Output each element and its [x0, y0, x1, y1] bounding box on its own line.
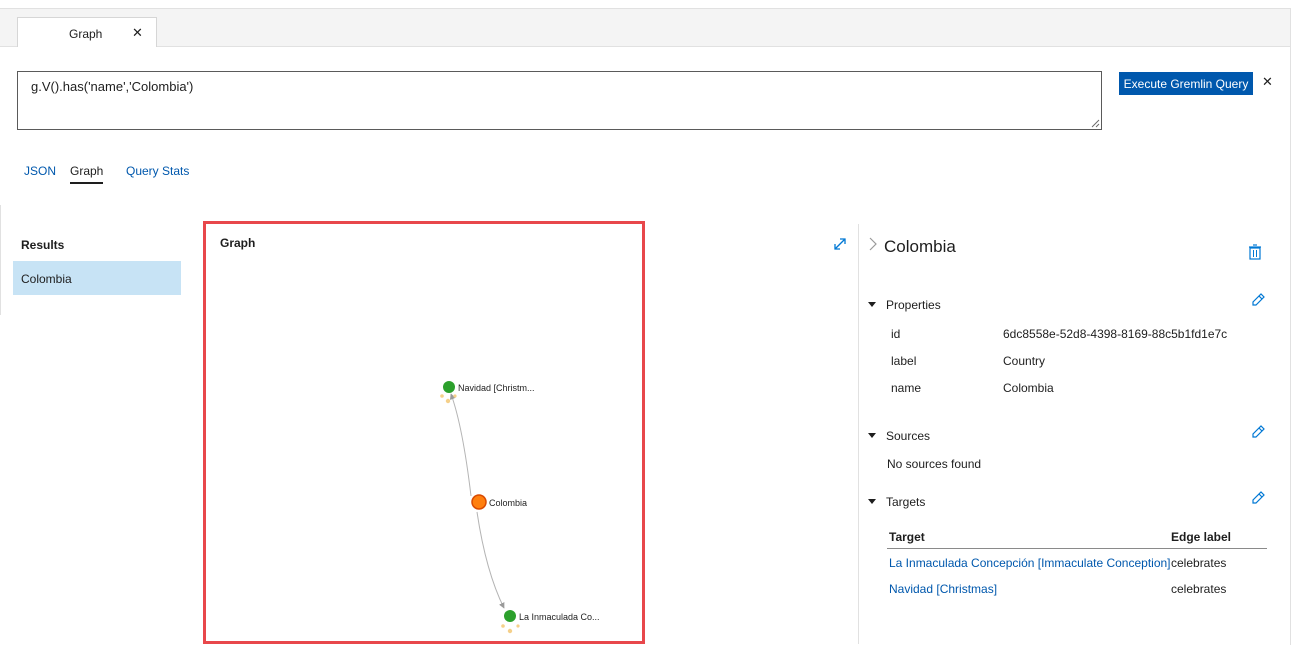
edge-label: celebrates [1171, 582, 1227, 596]
tab-graph-view[interactable]: Graph [70, 164, 104, 184]
resize-grip-icon[interactable] [1091, 119, 1100, 128]
node-ring-dot [501, 624, 505, 628]
tab-query-stats[interactable]: Query Stats [126, 164, 189, 178]
property-value: Colombia [1003, 381, 1054, 395]
node-ring-dot [453, 394, 457, 398]
property-key: name [891, 381, 922, 395]
tab-graph[interactable]: Graph ✕ [17, 17, 157, 47]
trash-icon[interactable] [1248, 244, 1262, 260]
expand-icon[interactable] [832, 236, 848, 252]
target-link[interactable]: Navidad [Christmas] [889, 582, 997, 596]
results-item[interactable]: Colombia [13, 261, 181, 295]
edge-label: celebrates [1171, 556, 1227, 570]
graph-node-colombia[interactable]: Colombia [471, 494, 527, 510]
section-sources[interactable]: Sources [868, 429, 930, 443]
node-ring-dot [445, 398, 451, 404]
table-divider [887, 548, 1267, 549]
node-label: Navidad [Christm... [458, 383, 535, 393]
section-targets[interactable]: Targets [868, 495, 925, 509]
close-icon[interactable]: ✕ [1262, 74, 1273, 90]
pencil-icon[interactable] [1250, 490, 1266, 506]
graph-panel: Graph Navidad [Christm... Colombia La In… [203, 221, 645, 644]
targets-column-target: Target [889, 530, 925, 544]
node-title: Colombia [884, 237, 956, 256]
pencil-icon[interactable] [1250, 424, 1266, 440]
execute-gremlin-query-button[interactable]: Execute Gremlin Query [1119, 72, 1253, 95]
close-icon[interactable]: ✕ [132, 25, 143, 41]
panel-divider [858, 224, 859, 644]
node-label: La Inmaculada Co... [519, 612, 600, 622]
section-label: Sources [886, 429, 931, 443]
triangle-down-icon [868, 433, 876, 439]
tab-json[interactable]: JSON [24, 164, 56, 178]
node-ring-dot [507, 628, 513, 634]
pencil-icon[interactable] [1250, 292, 1266, 308]
section-label: Properties [886, 298, 941, 312]
target-link[interactable]: La Inmaculada Concepción [Immaculate Con… [889, 556, 1171, 570]
chevron-right-icon[interactable] [868, 237, 878, 251]
section-properties[interactable]: Properties [868, 298, 941, 312]
graph-edge [449, 393, 472, 497]
divider [0, 205, 1, 315]
section-label: Targets [886, 495, 926, 509]
results-title: Results [21, 238, 65, 252]
triangle-down-icon [868, 499, 876, 505]
tab-bar: Graph ✕ [0, 9, 1291, 47]
node-ring-dot [516, 624, 520, 628]
query-text[interactable]: g.V().has('name','Colombia') [31, 79, 193, 94]
tab-label: Graph [69, 27, 103, 41]
property-value: 6dc8558e-52d8-4398-8169-88c5b1fd1e7c [1003, 327, 1228, 341]
query-editor[interactable]: g.V().has('name','Colombia') [17, 71, 1102, 130]
node-circle [443, 381, 455, 393]
property-key: id [891, 327, 901, 341]
targets-column-edge-label: Edge label [1171, 530, 1232, 544]
title-strip [0, 0, 1291, 9]
graph-node-navidad[interactable]: Navidad [Christm... [440, 381, 535, 404]
node-circle [471, 494, 487, 510]
graph-edge [476, 511, 505, 609]
property-key: label [891, 354, 917, 368]
node-circle [504, 610, 516, 622]
graph-canvas[interactable]: Navidad [Christm... Colombia La Inmacula… [206, 224, 642, 641]
node-label: Colombia [489, 498, 527, 508]
node-ring-dot [440, 394, 444, 398]
no-sources-text: No sources found [887, 457, 982, 471]
graph-node-inmaculada[interactable]: La Inmaculada Co... [501, 610, 600, 634]
property-value: Country [1003, 354, 1046, 368]
triangle-down-icon [868, 302, 876, 308]
